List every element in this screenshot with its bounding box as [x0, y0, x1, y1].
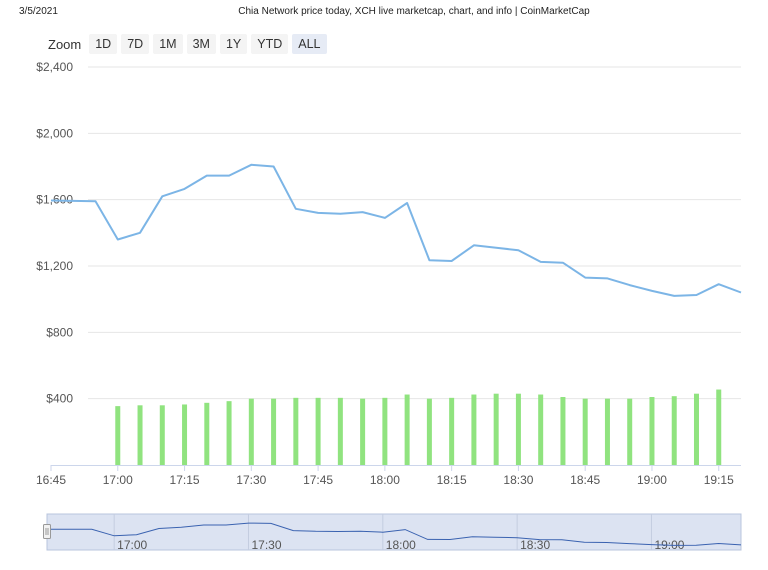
volume-bar [159, 405, 165, 465]
y-tick-label: $2,000 [36, 126, 73, 140]
volume-bar [315, 397, 321, 465]
navigator-tick-label: 17:30 [251, 538, 281, 552]
volume-bar [693, 393, 699, 465]
navigator-tick-label: 18:00 [386, 538, 416, 552]
volume-bars [115, 389, 722, 465]
volume-bar [404, 394, 410, 465]
x-tick-label: 18:00 [370, 473, 400, 487]
volume-bar [515, 393, 521, 465]
volume-bar [271, 398, 277, 465]
volume-bar [360, 398, 366, 465]
volume-bar [649, 397, 655, 465]
grid-layer [88, 66, 741, 400]
volume-bar [426, 398, 432, 465]
navigator-handle-left[interactable] [43, 524, 51, 539]
price-chart: $2,400$2,000$1,600$1,200$800$400 16:45 17… [36, 60, 742, 552]
volume-bar [627, 398, 633, 465]
x-tick-label: 18:45 [570, 473, 600, 487]
x-axis: 16:45 17:00 17:15 17:30 17:45 18:00 18:15 18:30… [36, 465, 741, 487]
volume-bar [716, 389, 722, 465]
volume-bar [248, 398, 254, 465]
x-tick-label: 17:00 [103, 473, 133, 487]
volume-bar [226, 401, 232, 465]
volume-bar [538, 394, 544, 465]
y-tick-label: $1,200 [36, 259, 73, 273]
x-tick-label: 18:30 [503, 473, 533, 487]
volume-bar [137, 405, 143, 465]
volume-bar [293, 397, 299, 465]
x-tick-label: 19:00 [637, 473, 667, 487]
volume-bar [493, 393, 499, 465]
x-tick-label: 17:45 [303, 473, 333, 487]
volume-bar [204, 402, 210, 465]
volume-bar [115, 406, 121, 465]
x-tick-label: 16:45 [36, 473, 66, 487]
volume-bar [560, 397, 566, 465]
price-line-layer [50, 163, 742, 297]
y-tick-label: $2,400 [36, 60, 73, 74]
x-tick-label: 17:30 [236, 473, 266, 487]
volume-bar [382, 397, 388, 465]
y-tick-label: $400 [46, 392, 73, 406]
volume-bar [182, 404, 188, 465]
y-axis-labels: $2,400$2,000$1,600$1,200$800$400 [36, 60, 73, 406]
x-tick-label: 19:15 [704, 473, 734, 487]
y-tick-label: $800 [46, 325, 73, 339]
price-line [50, 163, 742, 297]
navigator-tick-label: 17:00 [117, 538, 147, 552]
x-tick-label: 18:15 [437, 473, 467, 487]
volume-bar [582, 398, 588, 465]
volume-bar [604, 398, 610, 465]
x-tick-label: 17:15 [170, 473, 200, 487]
volume-bar [471, 394, 477, 465]
navigator[interactable]: 17:00 17:30 18:00 18:30 19:00 [43, 513, 742, 552]
volume-bar [671, 396, 677, 465]
volume-bar [337, 397, 343, 465]
volume-bar [449, 397, 455, 465]
